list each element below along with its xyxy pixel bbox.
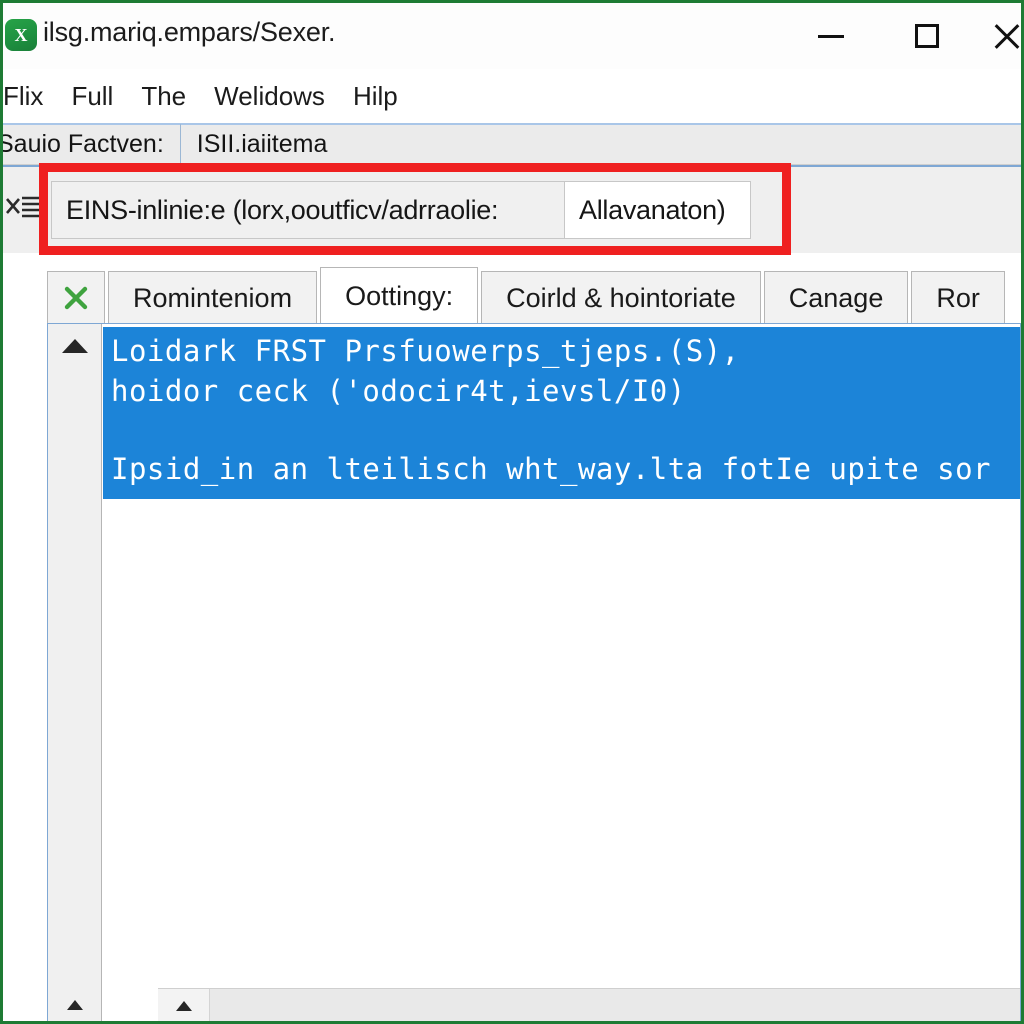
scroll-left-button[interactable] (158, 989, 210, 1021)
info-strip: Sauio Factven: ISII.iaiitema (0, 123, 1021, 166)
minimize-icon (818, 34, 844, 38)
path-text: EINS-inlinie:e (lorx,ooutficv/adrraolie: (66, 194, 499, 225)
vertical-scrollbar[interactable] (48, 324, 102, 1021)
content-panel: Loidark FRST Prsfuowerps_tjeps.(S), hoid… (47, 323, 1021, 1021)
app-icon-glyph: X (14, 25, 28, 45)
horizontal-scroll-track[interactable] (210, 989, 1020, 1021)
app-icon: X (5, 19, 37, 51)
scroll-up-arrow-icon (61, 339, 88, 353)
path-field[interactable]: EINS-inlinie:e (lorx,ooutficv/adrraolie:… (51, 181, 751, 239)
info-strip-label: Sauio Factven: (0, 130, 164, 158)
menu-item-flix[interactable]: Flix (3, 81, 57, 112)
maximize-button[interactable] (879, 3, 975, 69)
tab-canage[interactable]: Canage (763, 271, 909, 325)
path-input[interactable]: Allavanaton) (564, 182, 750, 238)
scroll-down-arrow-icon (66, 1000, 83, 1010)
tab-ror[interactable]: Ror (911, 271, 1005, 325)
menu-item-hilp[interactable]: Hilp (339, 81, 412, 112)
scroll-up-button[interactable] (48, 328, 101, 364)
maximize-icon (915, 24, 939, 48)
tab-rominteniom[interactable]: Rominteniom (108, 271, 318, 325)
info-strip-separator (179, 123, 181, 166)
path-bar-row: EINS-inlinie:e (lorx,ooutficv/adrraolie:… (3, 165, 1021, 253)
code-line-3: Ipsid_in an lteilisch wht_way.lta fotIe … (111, 452, 992, 486)
minimize-button[interactable] (783, 3, 879, 69)
scroll-left-arrow-icon (175, 1000, 192, 1011)
window-controls (783, 3, 1021, 69)
info-strip-value: ISII.iaiitema (196, 130, 328, 158)
scroll-down-button[interactable] (48, 990, 101, 1020)
close-button[interactable] (975, 3, 1021, 69)
list-clear-icon[interactable] (3, 189, 43, 225)
tab-coirld-hointoriate[interactable]: Coirld & hointoriate (481, 271, 761, 325)
code-line-2: hoidor ceck ('odocir4t,ievsl/I0) (111, 374, 686, 408)
menu-item-the[interactable]: The (127, 81, 200, 112)
window-title: ilsg.mariq.empars/Sexer. (43, 17, 336, 47)
tab-strip: Rominteniom Oottingy: Coirld & hointoria… (47, 265, 1021, 325)
close-icon (991, 22, 1019, 50)
menu-item-welidows[interactable]: Welidows (200, 81, 339, 112)
code-line-1: Loidark FRST Prsfuowerps_tjeps.(S), (111, 334, 740, 368)
menu-item-full[interactable]: Full (57, 81, 127, 112)
horizontal-scrollbar[interactable] (158, 988, 1020, 1021)
green-x-icon[interactable] (47, 271, 105, 325)
menu-bar: Flix Full The Welidows Hilp (3, 69, 1021, 123)
application-window: X ilsg.mariq.empars/Sexer. Flix Full The… (0, 0, 1024, 1024)
tab-oottingy[interactable]: Oottingy: (320, 267, 479, 325)
path-input-value: Allavanaton) (579, 194, 726, 225)
title-bar: X ilsg.mariq.empars/Sexer. (3, 3, 1021, 69)
code-area[interactable]: Loidark FRST Prsfuowerps_tjeps.(S), hoid… (103, 324, 1020, 1021)
